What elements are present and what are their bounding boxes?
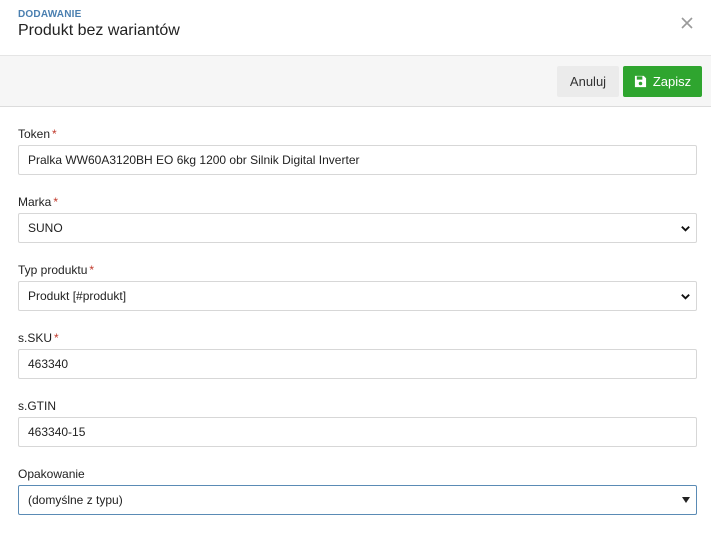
sku-input[interactable]: 463340 (18, 349, 697, 379)
gtin-input[interactable]: 463340-15 (18, 417, 697, 447)
close-icon[interactable] (679, 15, 695, 31)
typ-label-text: Typ produktu (18, 263, 88, 277)
opakowanie-value: (domyślne z typu) (28, 493, 123, 507)
gtin-value: 463340-15 (28, 425, 86, 439)
gtin-label-text: s.GTIN (18, 399, 56, 413)
required-mark: * (54, 331, 59, 345)
opakowanie-select[interactable]: (domyślne z typu) (18, 485, 697, 515)
token-label: Token * (18, 127, 57, 141)
typ-value: Produkt [#produkt] (28, 289, 127, 303)
caret-down-icon (682, 497, 690, 503)
token-input[interactable]: Pralka WW60A3120BH EO 6kg 1200 obr Silni… (18, 145, 697, 175)
required-mark: * (89, 263, 95, 277)
sku-value: 463340 (28, 357, 69, 371)
save-button[interactable]: Zapisz (623, 66, 702, 97)
save-button-label: Zapisz (652, 74, 692, 89)
token-value: Pralka WW60A3120BH EO 6kg 1200 obr Silni… (28, 153, 360, 167)
action-toolbar: Anuluj Zapisz (0, 56, 711, 107)
marka-value: SUNO (28, 221, 63, 235)
marka-label-text: Marka (18, 195, 52, 209)
modal-eyebrow: DODAWANIE (18, 9, 82, 20)
modal-title: Produkt bez wariantów (18, 22, 180, 39)
required-mark: * (53, 195, 59, 209)
chevron-down-icon (681, 226, 690, 232)
typ-produktu-label: Typ produktu * (18, 263, 94, 277)
gtin-label: s.GTIN (18, 399, 56, 413)
marka-select[interactable]: SUNO (18, 213, 697, 243)
required-mark: * (52, 127, 57, 141)
cancel-button[interactable]: Anuluj (557, 66, 619, 97)
sku-label-text: s.SKU (18, 331, 53, 345)
floppy-disk-icon (634, 75, 646, 88)
opakowanie-label: Opakowanie (18, 467, 85, 481)
token-label-text: Token (18, 127, 51, 141)
typ-produktu-select[interactable]: Produkt [#produkt] (18, 281, 697, 311)
modal-header: DODAWANIE Produkt bez wariantów (0, 0, 711, 56)
marka-label: Marka * (18, 195, 58, 209)
sku-label: s.SKU * (18, 331, 59, 345)
opakowanie-label-text: Opakowanie (18, 467, 85, 481)
chevron-down-icon (681, 294, 690, 300)
